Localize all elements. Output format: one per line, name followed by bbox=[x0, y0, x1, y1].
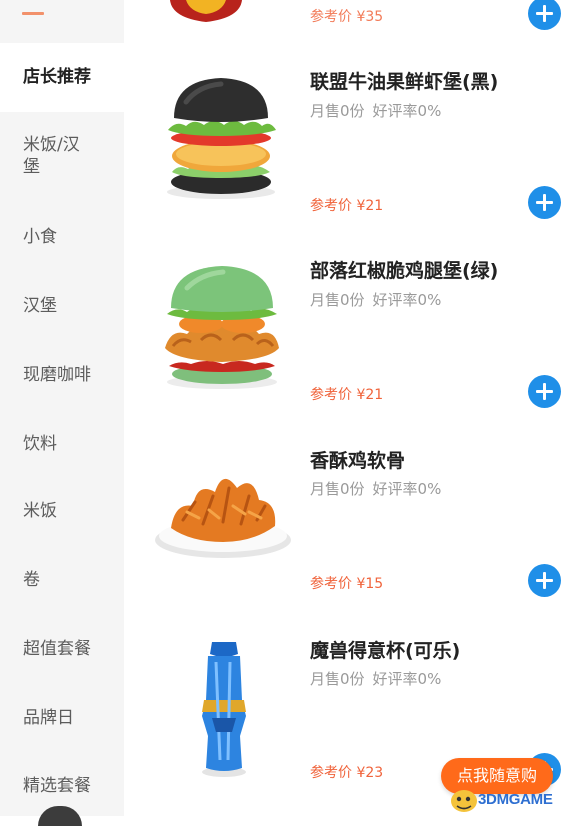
category-sidebar: 店长推荐 米饭/汉堡 小食 汉堡 现磨咖啡 饮料 米饭 卷 超值套餐 品牌日 精… bbox=[0, 0, 124, 826]
chicken-cartilage-image bbox=[155, 478, 291, 558]
sidebar-item-label: 汉堡 bbox=[23, 296, 57, 316]
product-meta: 月售0份 好评率0% bbox=[310, 668, 449, 689]
sidebar-item-label: 超值套餐 bbox=[23, 639, 91, 659]
sidebar-item-label: 卷 bbox=[23, 570, 40, 590]
add-to-cart-button-partial[interactable] bbox=[528, 0, 561, 30]
add-to-cart-button[interactable] bbox=[528, 375, 561, 408]
sidebar-item-fresh-coffee[interactable]: 现磨咖啡 bbox=[0, 364, 124, 386]
product-title: 部落红椒脆鸡腿堡(绿) bbox=[310, 260, 499, 282]
sidebar-item-value-combo[interactable]: 超值套餐 bbox=[0, 638, 124, 660]
product-meta: 月售0份 好评率0% bbox=[310, 478, 449, 499]
partial-product-image bbox=[170, 0, 242, 22]
monthly-sales: 月售0份 bbox=[310, 480, 365, 498]
product-price: 参考价 ¥23 bbox=[310, 765, 384, 781]
product-price: 参考价 ¥21 bbox=[310, 387, 384, 403]
floating-avatar-partial bbox=[38, 806, 82, 826]
monthly-sales: 月售0份 bbox=[310, 291, 365, 309]
product-meta: 月售0份 好评率0% bbox=[310, 100, 449, 121]
sidebar-item-rice-burger[interactable]: 米饭/汉堡 bbox=[0, 134, 100, 178]
sidebar-item-label: 店长推荐 bbox=[23, 67, 91, 87]
rating: 好评率0% bbox=[372, 102, 442, 120]
sidebar-item-snacks[interactable]: 小食 bbox=[0, 226, 124, 248]
monthly-sales: 月售0份 bbox=[310, 670, 365, 688]
product-title: 魔兽得意杯(可乐) bbox=[310, 640, 461, 662]
sidebar-item-label: 米饭/汉堡 bbox=[23, 135, 80, 177]
sidebar-item-label: 品牌日 bbox=[23, 708, 74, 728]
product-meta: 月售0份 好评率0% bbox=[310, 289, 449, 310]
add-to-cart-button[interactable] bbox=[528, 564, 561, 597]
rating: 好评率0% bbox=[372, 291, 442, 309]
watermark-text: 3DMGAME bbox=[478, 791, 553, 808]
black-burger-image bbox=[167, 78, 276, 199]
sidebar-item-label: 小食 bbox=[23, 227, 57, 247]
sidebar-item-rice[interactable]: 米饭 bbox=[0, 500, 124, 522]
green-burger-image bbox=[165, 266, 279, 389]
rating: 好评率0% bbox=[372, 670, 442, 688]
partial-product-price: 参考价 ¥35 bbox=[310, 9, 384, 25]
warcraft-cup-image bbox=[202, 642, 246, 777]
scrolled-item-indicator bbox=[22, 12, 44, 15]
product-title: 香酥鸡软骨 bbox=[310, 450, 406, 472]
sidebar-item-label: 现磨咖啡 bbox=[23, 365, 91, 385]
sidebar-item-selected-combo[interactable]: 精选套餐 bbox=[0, 775, 124, 797]
rating: 好评率0% bbox=[372, 480, 442, 498]
sidebar-scrolled-item[interactable] bbox=[0, 0, 124, 42]
monthly-sales: 月售0份 bbox=[310, 102, 365, 120]
sidebar-item-label: 饮料 bbox=[23, 434, 57, 454]
sidebar-item-burgers[interactable]: 汉堡 bbox=[0, 295, 124, 317]
sidebar-item-wraps[interactable]: 卷 bbox=[0, 569, 124, 591]
sidebar-item-store-recommend[interactable]: 店长推荐 bbox=[0, 43, 124, 112]
sidebar-item-drinks[interactable]: 饮料 bbox=[0, 433, 124, 455]
product-price: 参考价 ¥21 bbox=[310, 198, 384, 214]
product-title: 联盟牛油果鲜虾堡(黑) bbox=[310, 71, 499, 93]
sidebar-item-brand-day[interactable]: 品牌日 bbox=[0, 707, 124, 729]
sidebar-item-label: 精选套餐 bbox=[23, 776, 91, 796]
product-price: 参考价 ¥15 bbox=[310, 576, 384, 592]
add-to-cart-button[interactable] bbox=[528, 186, 561, 219]
sidebar-item-label: 米饭 bbox=[23, 501, 57, 521]
